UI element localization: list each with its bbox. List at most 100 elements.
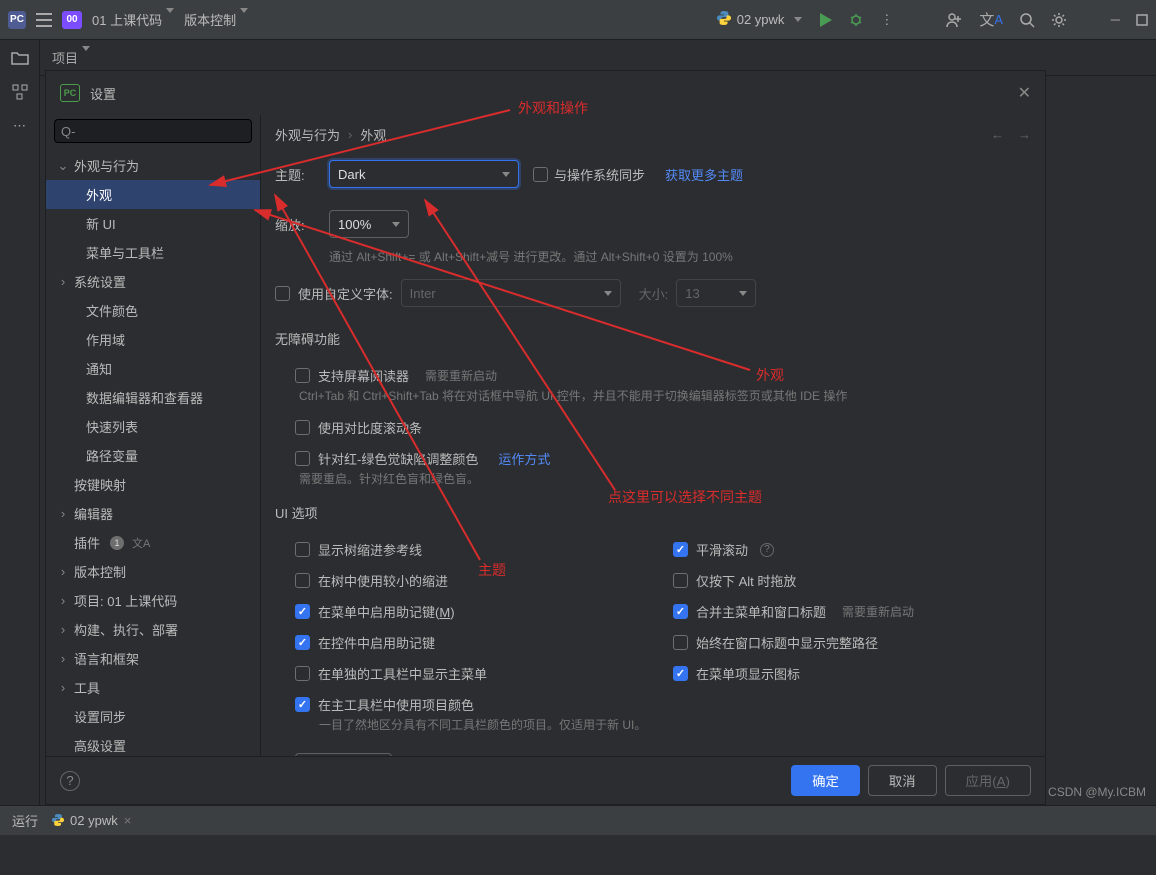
- checkbox-row: 平滑滚动?: [653, 534, 1031, 565]
- font-size-input[interactable]: 13: [676, 279, 756, 307]
- ok-button[interactable]: 确定: [791, 765, 860, 796]
- custom-font-checkbox[interactable]: [275, 286, 290, 301]
- zoom-select[interactable]: 100%: [329, 210, 409, 238]
- more-icon[interactable]: ⋮: [880, 12, 893, 28]
- colorblind-hint: 需要重启。针对红色盲和绿色盲。: [299, 470, 1031, 487]
- dialog-title-bar: PC 设置 ✕: [46, 71, 1045, 115]
- checkbox-row: 在控件中启用助记键: [275, 627, 653, 658]
- run-icon[interactable]: [818, 13, 832, 27]
- vcs-widget[interactable]: 版本控制: [184, 10, 248, 29]
- nav-item[interactable]: ⌄外观与行为: [46, 151, 260, 180]
- screen-reader-checkbox[interactable]: [295, 368, 310, 383]
- title-bar: PC 00 01 上课代码 版本控制 02 ypwk ⋮ 文A: [0, 0, 1156, 40]
- nav-item[interactable]: ›系统设置: [46, 267, 260, 296]
- nav-item[interactable]: 菜单与工具栏: [46, 238, 260, 267]
- settings-search[interactable]: Q-: [54, 119, 252, 143]
- debug-icon[interactable]: [848, 12, 864, 28]
- structure-tool-icon[interactable]: [12, 84, 28, 100]
- nav-item[interactable]: ›版本控制: [46, 557, 260, 586]
- checkbox[interactable]: [295, 635, 310, 650]
- checkbox[interactable]: [295, 666, 310, 681]
- colorblind-checkbox[interactable]: [295, 451, 310, 466]
- nav-item[interactable]: ›语言和框架: [46, 644, 260, 673]
- sync-os-checkbox[interactable]: [533, 167, 548, 182]
- checkbox[interactable]: [295, 542, 310, 557]
- font-select[interactable]: Inter: [401, 279, 621, 307]
- nav-item[interactable]: ›编辑器: [46, 499, 260, 528]
- checkbox-label: 在单独的工具栏中显示主菜单: [318, 664, 487, 683]
- checkbox-label: 仅按下 Alt 时拖放: [696, 571, 796, 590]
- nav-item[interactable]: ›项目: 01 上课代码: [46, 586, 260, 615]
- run-tool-label[interactable]: 运行: [12, 811, 38, 830]
- checkbox-label: 在菜单项显示图标: [696, 664, 800, 683]
- hamburger-icon[interactable]: [36, 13, 52, 27]
- project-name[interactable]: 01 上课代码: [92, 10, 174, 29]
- theme-select[interactable]: Dark: [329, 160, 519, 188]
- help-icon[interactable]: ?: [60, 771, 80, 791]
- more-themes-link[interactable]: 获取更多主题: [665, 165, 743, 184]
- apply-button[interactable]: 应用(A): [945, 765, 1031, 796]
- checkbox[interactable]: [673, 604, 688, 619]
- settings-nav: Q- ⌄外观与行为外观新 UI菜单与工具栏›系统设置文件颜色作用域通知数据编辑器…: [46, 115, 261, 756]
- custom-font-label: 使用自定义字体:: [298, 284, 393, 303]
- maximize-icon[interactable]: [1136, 14, 1148, 26]
- nav-item[interactable]: 文件颜色: [46, 296, 260, 325]
- checkbox-row: 始终在窗口标题中显示完整路径: [653, 627, 1031, 658]
- project-tool-icon[interactable]: [11, 50, 29, 66]
- nav-forward-icon[interactable]: →: [1018, 127, 1031, 142]
- gear-icon[interactable]: [1051, 12, 1067, 28]
- checkbox[interactable]: [673, 573, 688, 588]
- contrast-scroll-label: 使用对比度滚动条: [318, 418, 422, 437]
- watermark: CSDN @My.ICBM: [1048, 785, 1146, 799]
- nav-item[interactable]: 路径变量: [46, 441, 260, 470]
- cancel-button[interactable]: 取消: [868, 765, 937, 796]
- ui-options-title: UI 选项: [275, 503, 1031, 522]
- nav-back-icon[interactable]: ←: [991, 127, 1004, 142]
- colorblind-label: 针对红-绿色觉缺陷调整颜色: [318, 449, 478, 468]
- colorblind-link[interactable]: 运作方式: [498, 449, 550, 468]
- nav-item[interactable]: 快速列表: [46, 412, 260, 441]
- more-tools-icon[interactable]: ⋯: [13, 118, 26, 134]
- adduser-icon[interactable]: [945, 11, 963, 29]
- run-file-tab[interactable]: 02 ypwk ×: [52, 813, 131, 829]
- nav-item[interactable]: 新 UI: [46, 209, 260, 238]
- breadcrumb: 外观与行为 › 外观 ← →: [261, 115, 1045, 154]
- dialog-title: 设置: [90, 84, 116, 103]
- screen-reader-label: 支持屏幕阅读器: [318, 366, 409, 385]
- nav-item[interactable]: 数据编辑器和查看器: [46, 383, 260, 412]
- search-icon[interactable]: [1019, 12, 1035, 28]
- close-icon[interactable]: ✕: [1018, 83, 1031, 103]
- nav-item[interactable]: 插件1文A: [46, 528, 260, 557]
- zoom-label: 缩放:: [275, 215, 321, 234]
- run-config[interactable]: 02 ypwk: [717, 11, 803, 28]
- nav-item[interactable]: ›工具: [46, 673, 260, 702]
- settings-dialog: PC 设置 ✕ Q- ⌄外观与行为外观新 UI菜单与工具栏›系统设置文件颜色作用…: [45, 70, 1046, 805]
- dialog-app-icon: PC: [60, 84, 80, 102]
- contrast-scroll-checkbox[interactable]: [295, 420, 310, 435]
- nav-item[interactable]: 通知: [46, 354, 260, 383]
- nav-item[interactable]: 按键映射: [46, 470, 260, 499]
- dialog-footer: ? 确定 取消 应用(A): [46, 756, 1045, 804]
- tool-window-bar: ⋯: [0, 40, 40, 805]
- checkbox-row: 在树中使用较小的缩进: [275, 565, 653, 596]
- minimize-icon[interactable]: ─: [1111, 12, 1120, 27]
- screen-reader-desc: Ctrl+Tab 和 Ctrl+Shift+Tab 将在对话框中导航 UI 控件…: [299, 387, 1031, 404]
- checkbox-label: 在树中使用较小的缩进: [318, 571, 448, 590]
- checkbox[interactable]: [295, 604, 310, 619]
- status-bar: 运行 02 ypwk ×: [0, 805, 1156, 835]
- app-logo: PC: [8, 11, 26, 29]
- info-icon[interactable]: ?: [760, 543, 774, 557]
- checkbox-row: 在菜单中启用助记键(M): [275, 596, 653, 627]
- checkbox[interactable]: [295, 573, 310, 588]
- translate-icon[interactable]: 文A: [979, 9, 1002, 30]
- nav-item[interactable]: 作用域: [46, 325, 260, 354]
- checkbox[interactable]: [295, 697, 310, 712]
- nav-item[interactable]: 外观: [46, 180, 260, 209]
- nav-item[interactable]: ›构建、执行、部署: [46, 615, 260, 644]
- nav-item[interactable]: 高级设置: [46, 731, 260, 756]
- checkbox[interactable]: [673, 635, 688, 650]
- checkbox-label: 平滑滚动: [696, 540, 748, 559]
- checkbox[interactable]: [673, 542, 688, 557]
- checkbox[interactable]: [673, 666, 688, 681]
- nav-item[interactable]: 设置同步: [46, 702, 260, 731]
